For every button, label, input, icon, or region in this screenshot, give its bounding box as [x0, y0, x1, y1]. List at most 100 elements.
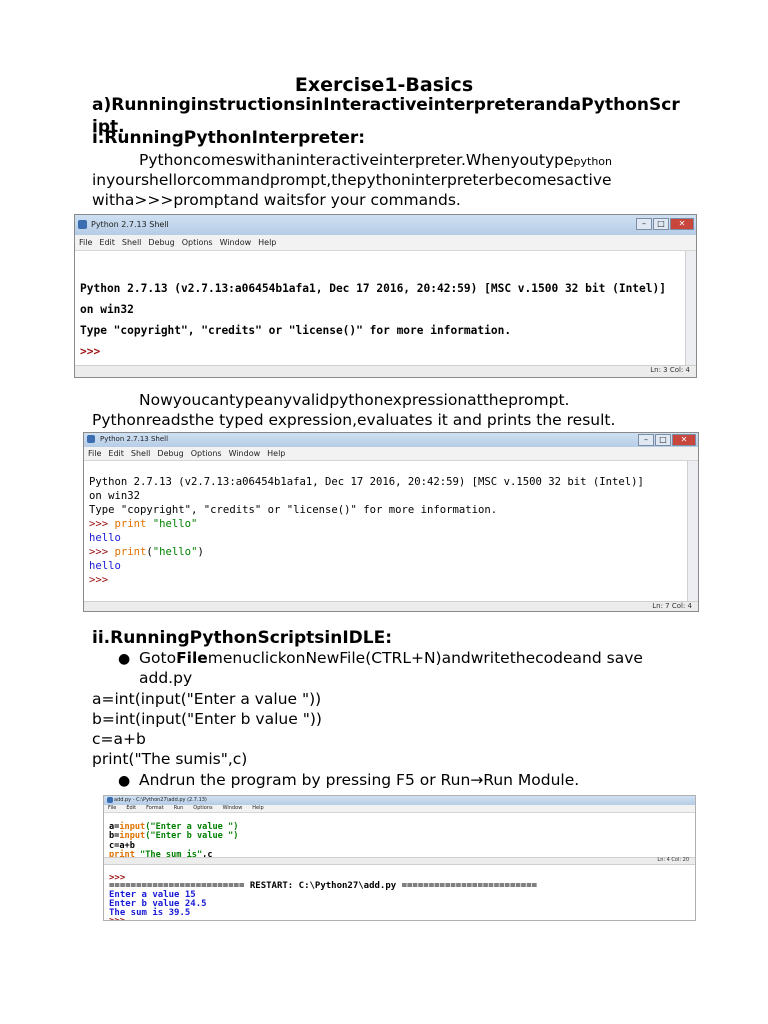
shell2-output: Python 2.7.13 (v2.7.13:a06454b1afa1, Dec… — [89, 461, 644, 587]
maximize-button[interactable]: □ — [653, 218, 669, 230]
shell2-status: Ln: 7 Col: 4 — [652, 602, 692, 610]
shell1-scrollbar[interactable] — [685, 251, 696, 365]
bullet-dot: ● — [118, 773, 131, 789]
bullet1-line1: GotoFilemenuclickonNewFile(CTRL+N)andwri… — [139, 648, 643, 668]
shell2-scrollbar[interactable] — [687, 461, 698, 601]
menu-run[interactable]: Run — [174, 805, 184, 812]
para1-line1-small: python — [573, 155, 612, 168]
editor-titlebar: add.py - C:\Python27\add.py (2.7.13) — [104, 796, 695, 805]
menu-debug[interactable]: Debug — [148, 235, 174, 250]
print-keyword: print — [114, 546, 147, 558]
editor-status: Ln: 4 Col: 20 — [657, 857, 689, 863]
code-line-2: b=int(input("Enter b value ")) — [92, 710, 322, 728]
section-i-heading: i.RunningPythonInterpreter: — [92, 128, 366, 148]
run-prompt-end: >>> — [109, 916, 125, 920]
section-ii-heading: ii.RunningPythonScriptsinIDLE: — [92, 628, 393, 648]
bullet1-bold: File — [176, 649, 208, 667]
menu-edit[interactable]: Edit — [108, 447, 124, 460]
bullet1-line2: add.py — [139, 669, 193, 687]
shell2-input2: >>> print("hello") — [89, 546, 204, 558]
code-line-3: c=a+b — [92, 730, 146, 748]
python-shell-window-1: Python 2.7.13 Shell – □ ✕ File Edit Shel… — [74, 214, 697, 378]
menu-edit[interactable]: Edit — [126, 805, 136, 812]
code-line-1: a=int(input("Enter a value ")) — [92, 690, 322, 708]
editor-l1-assign: a= — [109, 821, 120, 832]
para2-line2: Pythonreadsthe typed expression,evaluate… — [92, 411, 616, 429]
shell1-titlebar: Python 2.7.13 Shell – □ ✕ — [75, 215, 696, 235]
menu-window[interactable]: Window — [220, 235, 252, 250]
para1-line1: Pythoncomeswithaninteractiveinterpreter.… — [139, 150, 612, 172]
menu-help[interactable]: Help — [267, 447, 285, 460]
editor-l2-assign: b= — [109, 831, 120, 841]
minimize-button[interactable]: – — [636, 218, 652, 230]
menu-help[interactable]: Help — [252, 805, 263, 812]
menu-options[interactable]: Options — [193, 805, 212, 812]
menu-options[interactable]: Options — [191, 447, 222, 460]
para2-line1: Nowyoucantypeanyvalidpythonexpressionatt… — [139, 391, 570, 409]
editor-menubar: File Edit Format Run Options Window Help — [104, 805, 695, 813]
shell1-line2: on win32 — [80, 303, 134, 316]
shell2-statusbar: Ln: 7 Col: 4 — [84, 601, 698, 611]
shell2-window-title: Python 2.7.13 Shell — [100, 435, 169, 443]
paren-close: ) — [197, 546, 204, 558]
editor-statusbar: Ln: 4 Col: 20 — [104, 857, 695, 865]
editor-code: a=input("Enter a value ") b=input("Enter… — [109, 813, 238, 861]
bullet1-pre: Goto — [139, 649, 177, 667]
shell2-last-prompt: >>> — [89, 574, 109, 586]
shell2-titlebar: Python 2.7.13 Shell – □ ✕ — [84, 433, 698, 447]
para1-line1-main: Pythoncomeswithaninteractiveinterpreter.… — [139, 151, 574, 169]
menu-file[interactable]: File — [108, 805, 116, 812]
bullet2-text: Andrun the program by pressing F5 or Run… — [139, 771, 580, 789]
shell2-prompt: >>> — [89, 518, 115, 530]
menu-debug[interactable]: Debug — [157, 447, 183, 460]
menu-window[interactable]: Window — [223, 805, 243, 812]
run-output: >>> ========================= RESTART: C… — [109, 865, 537, 920]
menu-shell[interactable]: Shell — [131, 447, 151, 460]
string-literal: "hello" — [146, 518, 198, 530]
menu-format[interactable]: Format — [146, 805, 164, 812]
editor-line-2: b=input("Enter b value ") — [109, 831, 238, 841]
python-app-icon — [87, 435, 95, 443]
menu-edit[interactable]: Edit — [99, 235, 115, 250]
idle-editor-window: add.py - C:\Python27\add.py (2.7.13) Fil… — [103, 795, 696, 921]
shell1-window-title: Python 2.7.13 Shell — [91, 220, 169, 229]
minimize-button[interactable]: – — [638, 434, 654, 446]
string-literal: ("Enter a value ") — [145, 821, 239, 832]
para1-line2: inyourshellorcommandprompt,thepythoninte… — [92, 171, 612, 189]
shell1-prompt: >>> — [80, 345, 101, 358]
page-title: Exercise1-Basics — [294, 74, 474, 96]
input-keyword: input — [119, 831, 146, 841]
input-keyword: input — [119, 821, 146, 832]
menu-file[interactable]: File — [79, 235, 92, 250]
editor-window-title: add.py - C:\Python27\add.py (2.7.13) — [114, 797, 207, 803]
menu-file[interactable]: File — [88, 447, 101, 460]
shell2-line2: on win32 — [89, 490, 141, 502]
shell1-status: Ln: 3 Col: 4 — [650, 366, 690, 374]
menu-window[interactable]: Window — [229, 447, 261, 460]
print-keyword: print — [114, 518, 147, 530]
menu-options[interactable]: Options — [182, 235, 213, 250]
shell1-output: Python 2.7.13 (v2.7.13:a06454b1afa1, Dec… — [80, 257, 666, 362]
maximize-button[interactable]: □ — [655, 434, 671, 446]
editor-line-1: a=input("Enter a value ") — [109, 822, 238, 832]
close-button[interactable]: ✕ — [670, 218, 694, 230]
shell2-input1: >>> print "hello" — [89, 518, 197, 530]
shell1-line3: Type "copyright", "credits" or "license(… — [80, 324, 512, 337]
shell2-prompt: >>> — [89, 546, 115, 558]
python-shell-window-2: Python 2.7.13 Shell – □ ✕ File Edit Shel… — [83, 432, 699, 612]
shell2-line1: Python 2.7.13 (v2.7.13:a06454b1afa1, Dec… — [89, 476, 644, 488]
string-literal: ("Enter b value ") — [145, 831, 239, 841]
shell1-menubar: File Edit Shell Debug Options Window Hel… — [75, 235, 696, 251]
python-app-icon — [107, 797, 113, 803]
shell2-line3: Type "copyright", "credits" or "license(… — [89, 504, 498, 516]
menu-shell[interactable]: Shell — [122, 235, 142, 250]
string-literal: "hello" — [152, 546, 198, 558]
code-line-4: print("The sumis",c) — [92, 750, 248, 768]
shell2-result1: hello — [89, 532, 121, 544]
python-app-icon — [78, 220, 87, 229]
shell1-statusbar: Ln: 3 Col: 4 — [75, 365, 696, 377]
menu-help[interactable]: Help — [258, 235, 276, 250]
editor-line-3: c=a+b — [109, 840, 135, 851]
close-button[interactable]: ✕ — [672, 434, 696, 446]
bullet-dot: ● — [118, 651, 131, 667]
